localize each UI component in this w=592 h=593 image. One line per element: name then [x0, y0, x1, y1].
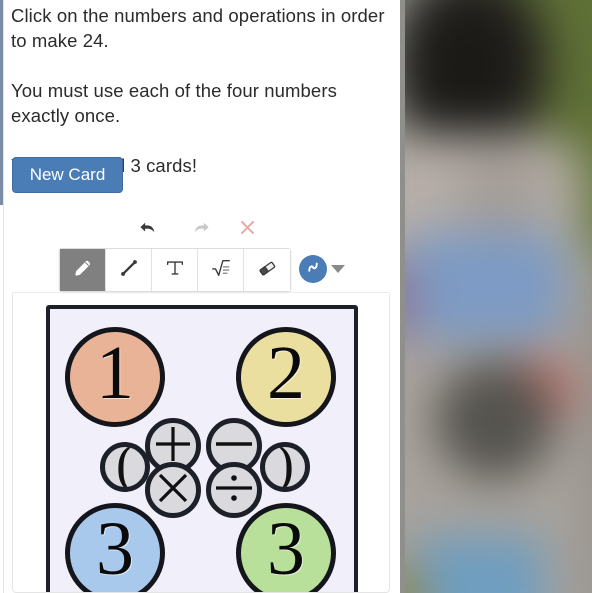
stroke-width-picker — [299, 255, 345, 283]
number-circle-top-right[interactable]: 2 — [236, 327, 336, 427]
eraser-icon — [256, 257, 278, 284]
chevron-down-icon[interactable] — [331, 265, 345, 273]
undo-button[interactable] — [133, 216, 161, 244]
new-card-button[interactable]: New Card — [12, 157, 123, 193]
number-value: 2 — [267, 331, 305, 415]
number-circle-bottom-left[interactable]: 3 — [65, 503, 165, 592]
photo-panel-edge — [400, 0, 405, 593]
panel-edge-divider — [3, 0, 4, 593]
instruction-text-secondary: You must use each of the four numbers ex… — [11, 80, 337, 126]
tool-pencil[interactable] — [60, 249, 106, 291]
stroke-width-button[interactable] — [299, 255, 327, 283]
tool-line[interactable] — [106, 249, 152, 291]
whiteboard-actions — [130, 216, 280, 244]
operation-divide-button[interactable] — [206, 462, 262, 518]
open-paren-button[interactable]: ( — [100, 442, 150, 492]
clear-button[interactable] — [233, 216, 261, 244]
open-paren-glyph: ( — [116, 442, 134, 492]
whiteboard-canvas[interactable]: 1 2 3 3 ( ) — [12, 294, 390, 593]
number-circle-bottom-right[interactable]: 3 — [236, 503, 336, 592]
whiteboard-toolbar — [59, 248, 291, 292]
times-icon — [151, 466, 195, 515]
app-root: Click on the numbers and operations in o… — [0, 0, 592, 593]
number-circle-top-left[interactable]: 1 — [65, 327, 165, 427]
pencil-icon — [72, 257, 94, 284]
redo-button[interactable] — [187, 216, 215, 244]
line-icon — [118, 257, 140, 284]
number-value: 1 — [96, 331, 134, 415]
close-paren-glyph: ) — [276, 442, 294, 492]
text-icon — [164, 257, 186, 284]
close-icon — [238, 218, 257, 242]
operation-times-button[interactable] — [145, 462, 201, 518]
video-preview-panel — [400, 0, 592, 593]
close-paren-button[interactable]: ) — [260, 442, 310, 492]
game-card: 1 2 3 3 ( ) — [46, 305, 358, 592]
tool-eraser[interactable] — [244, 249, 290, 291]
number-value: 3 — [267, 507, 305, 591]
tool-formula[interactable] — [198, 249, 244, 291]
redo-icon — [192, 218, 211, 242]
game-panel: Click on the numbers and operations in o… — [0, 0, 400, 593]
divide-icon — [212, 466, 256, 515]
tool-text[interactable] — [152, 249, 198, 291]
square-root-icon — [210, 257, 232, 284]
undo-icon — [138, 218, 157, 242]
toolbar-divider — [12, 292, 390, 293]
number-value: 3 — [96, 507, 134, 591]
instruction-text-primary: Click on the numbers and operations in o… — [11, 5, 385, 51]
instructions-block: Click on the numbers and operations in o… — [11, 0, 389, 178]
blurred-photo — [400, 0, 592, 593]
squiggle-icon — [304, 258, 322, 281]
